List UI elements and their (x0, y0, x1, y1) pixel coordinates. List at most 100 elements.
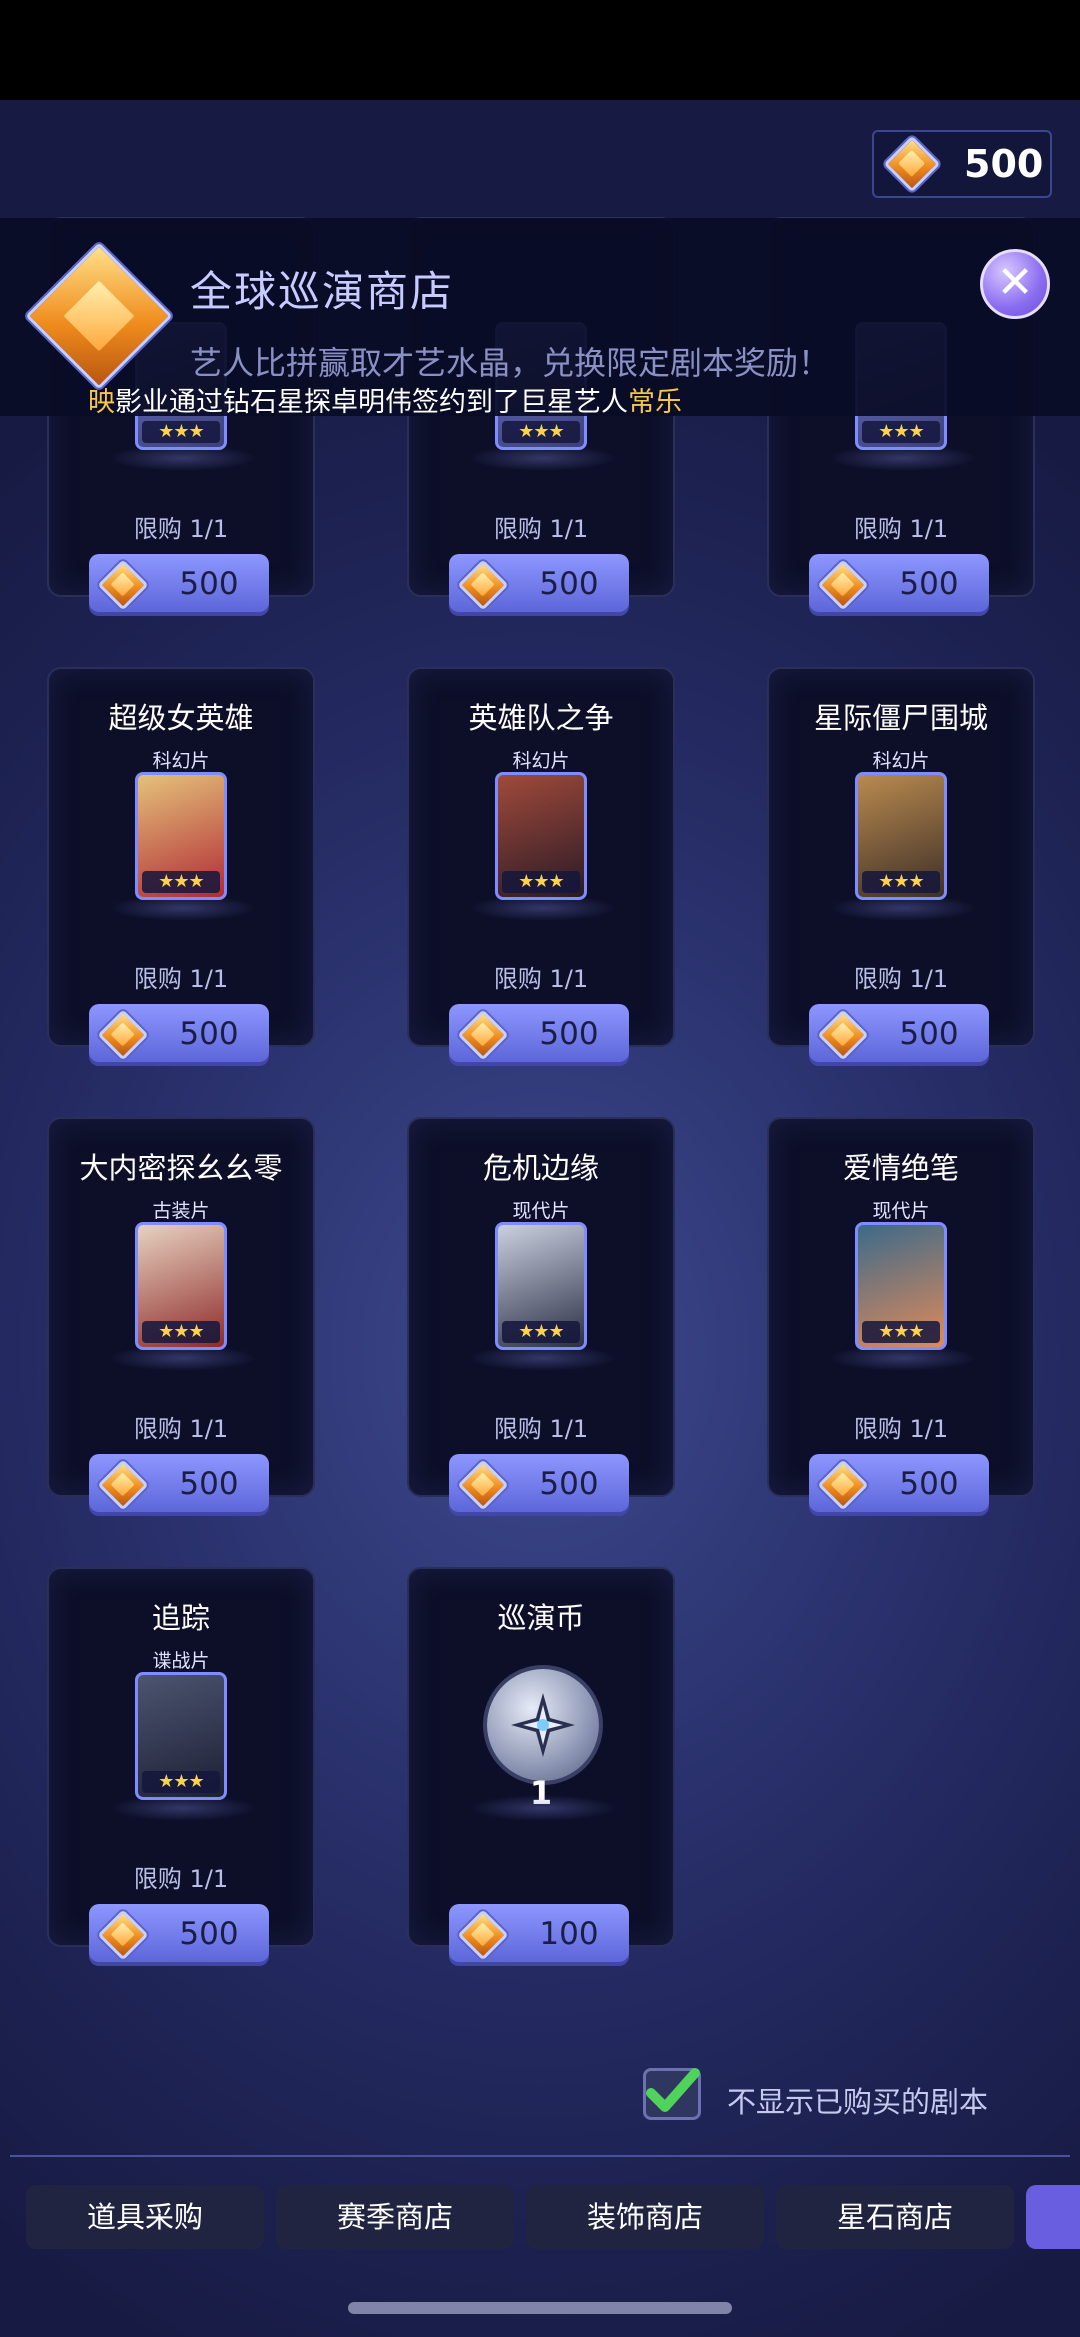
news-ticker: 映影业通过钻石星探卓明伟签约到了巨星艺人常乐 (88, 380, 682, 419)
crystal-gem-icon (457, 559, 509, 611)
star-rating: ★★★ (862, 871, 940, 893)
ticker-prefix: 映 (88, 387, 115, 418)
shop-item-card[interactable]: 星际僵尸围城 科幻片 ★★★ 限购 1/1 (767, 667, 1035, 1047)
purchase-limit: 限购 1/1 (493, 965, 589, 993)
item-glow (109, 1795, 257, 1821)
hide-purchased-label: 不显示已购买的剧本 (727, 2085, 989, 2119)
shop-crystal-icon (25, 242, 173, 390)
buy-price-button[interactable]: 500 (89, 554, 269, 616)
item-genre: 古装片 (152, 1200, 210, 1222)
shop-item-card[interactable]: 追踪 谍战片 ★★★ 限购 1/1 (47, 1567, 315, 1947)
item-glow (469, 895, 617, 921)
shop-item-card[interactable]: 超级女英雄 科幻片 ★★★ 限购 1/1 (47, 667, 315, 1047)
item-genre: 谍战片 (152, 1650, 210, 1672)
star-rating: ★★★ (142, 1321, 220, 1343)
star-rating: ★★★ (502, 1321, 580, 1343)
purchase-limit: 限购 1/1 (493, 515, 589, 543)
script-poster: ★★★ (495, 1222, 587, 1350)
tab-decoration-shop[interactable]: 装饰商店 (526, 2185, 764, 2249)
item-glow (829, 1345, 977, 1371)
buy-price-button[interactable]: 500 (809, 1004, 989, 1066)
star-rating: ★★★ (862, 1321, 940, 1343)
item-title: 爱情绝笔 (842, 1151, 959, 1185)
star-rating: ★★★ (142, 1771, 220, 1793)
tab-starstone-shop[interactable]: 星石商店 (776, 2185, 1014, 2249)
buy-price-button[interactable]: 500 (449, 1454, 629, 1516)
crystal-gem-icon (817, 559, 869, 611)
tab-active[interactable] (1026, 2185, 1080, 2249)
script-poster: ★★★ (135, 1672, 227, 1800)
purchase-limit: 限购 1/1 (493, 1415, 589, 1443)
hide-purchased-checkbox[interactable] (643, 2068, 701, 2120)
purchase-limit: 限购 1/1 (133, 515, 229, 543)
script-poster: ★★★ (855, 772, 947, 900)
shop-subtitle: 艺人比拼赢取才艺水晶，兑换限定剧本奖励！ (190, 344, 831, 382)
item-title: 巡演币 (497, 1601, 585, 1635)
price-value: 500 (179, 566, 239, 602)
home-indicator (348, 2302, 732, 2314)
buy-price-button[interactable]: 500 (449, 1004, 629, 1066)
item-genre: 科幻片 (872, 750, 930, 772)
price-value: 500 (899, 566, 959, 602)
script-poster: ★★★ (135, 772, 227, 900)
crystal-gem-icon (883, 135, 941, 193)
purchase-limit: 限购 1/1 (853, 1415, 949, 1443)
price-value: 100 (539, 1916, 599, 1952)
crystal-gem-icon (457, 1459, 509, 1511)
currency-amount: 500 (964, 142, 1044, 186)
tab-season-shop[interactable]: 赛季商店 (276, 2185, 514, 2249)
crystal-gem-icon (97, 1009, 149, 1061)
item-glow (109, 445, 257, 471)
shop-item-card[interactable]: 大内密探幺幺零 古装片 ★★★ 限购 1/1 (47, 1117, 315, 1497)
price-value: 500 (539, 566, 599, 602)
purchase-limit: 限购 1/1 (133, 965, 229, 993)
price-value: 500 (179, 1466, 239, 1502)
item-glow (109, 1345, 257, 1371)
crystal-gem-icon (457, 1009, 509, 1061)
buy-price-button[interactable]: 100 (449, 1904, 629, 1966)
item-title: 英雄队之争 (468, 701, 614, 735)
item-genre: 现代片 (512, 1200, 570, 1222)
item-glow (469, 1345, 617, 1371)
crystal-gem-icon (97, 1909, 149, 1961)
item-title: 追踪 (151, 1601, 210, 1635)
ticker-text: 影业通过钻石星探卓明伟签约到了巨星艺人 (115, 387, 628, 418)
shop-item-card[interactable]: 危机边缘现代片 ★★★ 限购 1/1 (407, 1117, 675, 1497)
price-value: 500 (899, 1466, 959, 1502)
buy-price-button[interactable]: 500 (89, 1004, 269, 1066)
buy-price-button[interactable]: 500 (809, 1454, 989, 1516)
ticker-artist: 常乐 (628, 387, 682, 418)
purchase-limit: 限购 1/1 (853, 515, 949, 543)
item-glow (829, 895, 977, 921)
star-rating: ★★★ (862, 421, 940, 443)
item-glow (109, 895, 257, 921)
shop-item-card[interactable]: 爱情绝笔现代片 ★★★ 限购 1/1 (767, 1117, 1035, 1497)
script-poster: ★★★ (135, 1222, 227, 1350)
buy-price-button[interactable]: 500 (449, 554, 629, 616)
compass-star-icon (511, 1693, 575, 1757)
crystal-gem-icon (97, 559, 149, 611)
shop-item-card[interactable]: 巡演币 1 (407, 1567, 675, 1947)
buy-price-button[interactable]: 500 (89, 1904, 269, 1966)
price-value: 500 (539, 1466, 599, 1502)
tab-divider (10, 2155, 1070, 2157)
price-value: 500 (899, 1016, 959, 1052)
star-rating: ★★★ (142, 871, 220, 893)
tour-coin-icon (487, 1669, 599, 1781)
crystal-gem-icon (97, 1459, 149, 1511)
close-button[interactable]: ✕ (980, 249, 1050, 319)
item-glow (469, 445, 617, 471)
buy-price-button[interactable]: 500 (809, 554, 989, 616)
tab-item-purchase[interactable]: 道具采购 (26, 2185, 264, 2249)
crystal-gem-icon (817, 1009, 869, 1061)
close-icon: ✕ (996, 257, 1034, 308)
item-glow (469, 1795, 617, 1821)
buy-price-button[interactable]: 500 (89, 1454, 269, 1516)
item-genre: 现代片 (872, 1200, 930, 1222)
star-rating: ★★★ (502, 421, 580, 443)
price-value: 500 (179, 1016, 239, 1052)
purchase-limit: 限购 1/1 (133, 1415, 229, 1443)
item-title: 危机边缘 (482, 1151, 599, 1185)
shop-item-card[interactable]: 英雄队之争 科幻片 ★★★ 限购 1/1 (407, 667, 675, 1047)
item-glow (829, 445, 977, 471)
